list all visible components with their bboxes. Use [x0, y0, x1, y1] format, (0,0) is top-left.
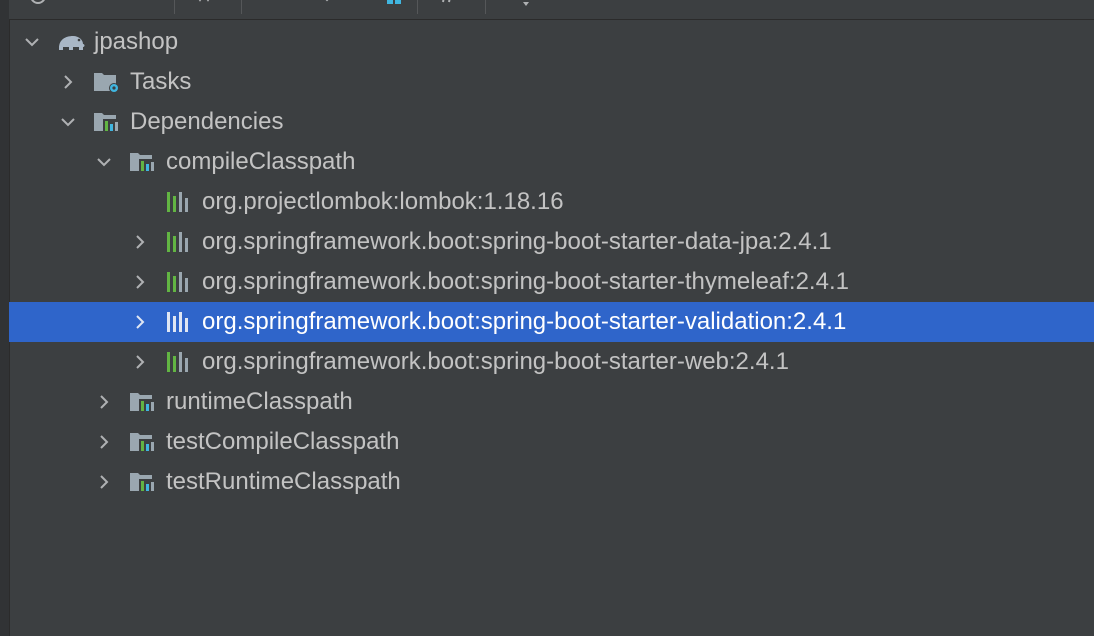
tree-node-label: compileClasspath [166, 148, 356, 175]
toolbar [9, 0, 1094, 20]
tree-node-dependency[interactable]: org.projectlombok:lombok:1.18.16 [9, 182, 1094, 222]
tree-node-runtimeclasspath[interactable]: runtimeClasspath [9, 382, 1094, 422]
library-icon [167, 352, 188, 372]
chevron-down-icon[interactable] [59, 113, 77, 131]
tree-node-testruntimeclasspath[interactable]: testRuntimeClasspath [9, 462, 1094, 502]
hash-icon[interactable] [439, 0, 459, 8]
tree-node-label: testCompileClasspath [166, 428, 400, 455]
tasks-folder-icon [94, 73, 119, 93]
library-icon [167, 272, 188, 292]
tree-node-dependency[interactable]: org.springframework.boot:spring-boot-sta… [9, 222, 1094, 262]
tree-node-dependency[interactable]: org.springframework.boot:spring-boot-sta… [9, 262, 1094, 302]
chevron-right-icon[interactable] [131, 233, 149, 251]
tree-node-testcompileclasspath[interactable]: testCompileClasspath [9, 422, 1094, 462]
collapse-all-icon[interactable] [261, 0, 287, 8]
dependencies-diagram-icon[interactable] [371, 0, 401, 8]
gradle-elephant-icon [59, 36, 85, 50]
tree-node-tasks[interactable]: Tasks [9, 62, 1094, 102]
chevron-right-icon[interactable] [131, 353, 149, 371]
tree-node-label: Dependencies [130, 108, 284, 135]
chevron-right-icon[interactable] [95, 473, 113, 491]
chevron-right-icon[interactable] [95, 433, 113, 451]
gradle-project-tree: jpashop Tasks Dependencies compileClassp… [9, 22, 1094, 502]
tree-node-label: org.springframework.boot:spring-boot-sta… [202, 308, 847, 335]
execute-gradle-icon[interactable] [194, 0, 216, 8]
tree-node-label: org.projectlombok:lombok:1.18.16 [202, 188, 564, 215]
tree-node-label: runtimeClasspath [166, 388, 353, 415]
chevron-right-icon[interactable] [59, 73, 77, 91]
configuration-icon [130, 473, 155, 493]
chevron-right-icon[interactable] [131, 313, 149, 331]
toolbar-separator [417, 0, 418, 14]
tree-node-label: jpashop [94, 28, 179, 55]
toolbar-separator [174, 0, 175, 14]
configuration-icon [130, 153, 155, 173]
settings-dropdown-icon[interactable] [503, 0, 537, 8]
chevron-down-icon[interactable] [23, 33, 41, 51]
chevron-right-icon[interactable] [95, 393, 113, 411]
library-icon [167, 312, 188, 332]
configuration-icon [130, 433, 155, 453]
configuration-icon [130, 393, 155, 413]
tree-node-compileclasspath[interactable]: compileClasspath [9, 142, 1094, 182]
tree-node-jpashop[interactable]: jpashop [9, 22, 1094, 62]
tree-node-label: org.springframework.boot:spring-boot-sta… [202, 268, 849, 295]
library-icon [167, 192, 188, 212]
chevron-down-icon[interactable] [95, 153, 113, 171]
tree-node-label: org.springframework.boot:spring-boot-sta… [202, 228, 832, 255]
execute-task-icon[interactable] [69, 0, 91, 8]
refresh-icon[interactable] [29, 0, 47, 8]
chevron-right-icon[interactable] [131, 273, 149, 291]
tree-node-label: org.springframework.boot:spring-boot-sta… [202, 348, 789, 375]
tree-node-dependency-selected[interactable]: org.springframework.boot:spring-boot-sta… [9, 302, 1094, 342]
library-icon [167, 232, 188, 252]
tree-node-dependencies[interactable]: Dependencies [9, 102, 1094, 142]
expand-all-icon[interactable] [317, 0, 337, 8]
tree-node-dependency[interactable]: org.springframework.boot:spring-boot-sta… [9, 342, 1094, 382]
tree-node-label: testRuntimeClasspath [166, 468, 401, 495]
toolbar-separator [485, 0, 486, 14]
dependencies-folder-icon [94, 113, 119, 133]
tree-node-label: Tasks [130, 68, 192, 95]
toolbar-separator [241, 0, 242, 14]
